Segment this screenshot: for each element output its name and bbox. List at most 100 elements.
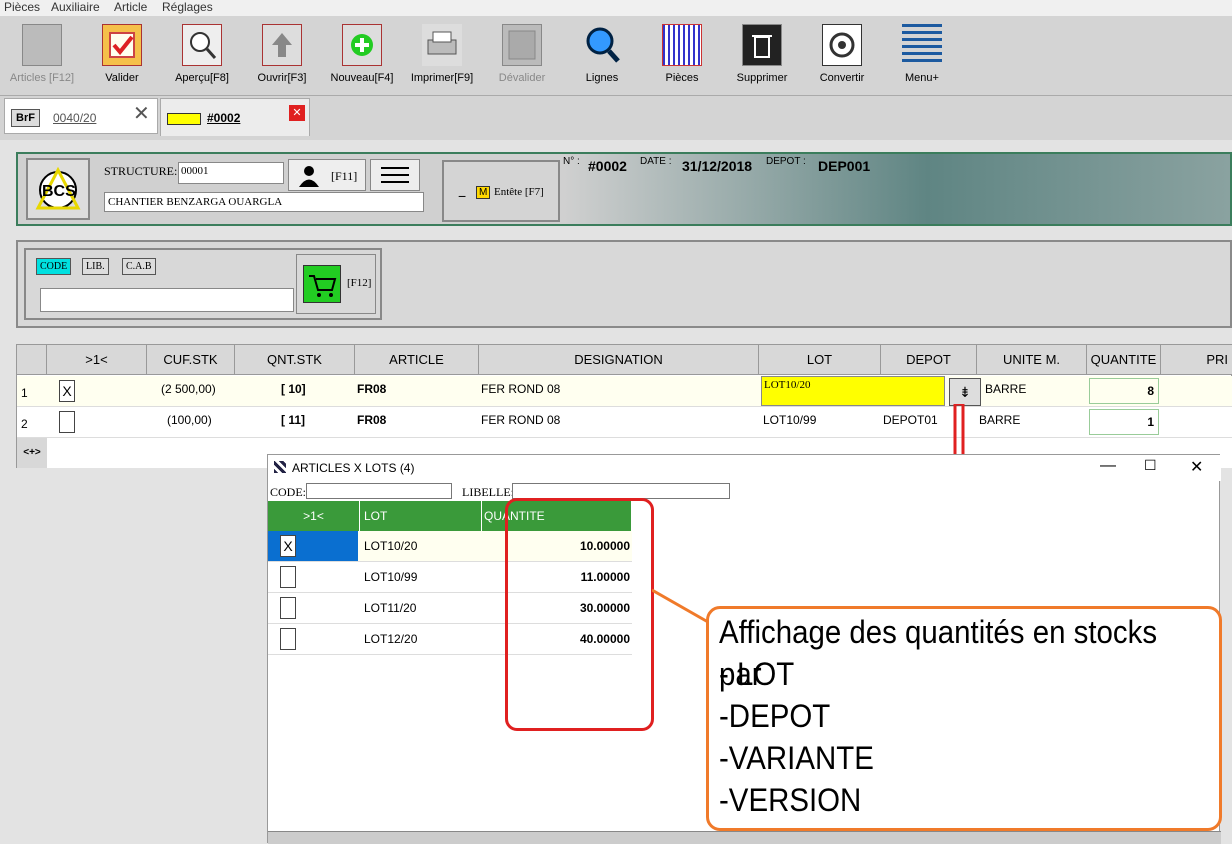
column-header-cuf[interactable]: CUF.STK — [147, 345, 235, 375]
row-checkbox[interactable] — [59, 411, 75, 433]
code-toggle[interactable]: CODE — [36, 258, 72, 275]
imprimer-button[interactable]: Imprimer[F9] — [402, 24, 482, 96]
row-checkbox[interactable] — [280, 597, 296, 619]
row-checkbox[interactable] — [280, 628, 296, 650]
column-header-article[interactable]: ARTICLE — [355, 345, 479, 375]
menu-bar: Pièces Auxiliaire Article Réglages — [0, 0, 1232, 16]
svg-text:BCS: BCS — [42, 183, 76, 200]
tab-0002[interactable]: #0002 ✕ — [160, 98, 310, 136]
table-row[interactable]: 2 (100,00) [ 11] FR08 FER ROND 08 LOT10/… — [17, 407, 1232, 438]
menu-lines-icon — [902, 24, 942, 66]
minimize-icon[interactable]: — — [1100, 457, 1116, 475]
add-row-nav[interactable]: <+> — [17, 438, 47, 468]
structure-field[interactable]: 00001 — [178, 162, 284, 184]
document-date: 31/12/2018 — [682, 158, 753, 174]
column-header-depot[interactable]: DEPOT — [881, 345, 977, 375]
entete-badge: M — [476, 186, 491, 199]
menu-pieces[interactable]: Pièces — [4, 0, 40, 14]
column-header-lot[interactable]: LOT — [759, 345, 881, 375]
toolbar: Articles [F12] Valider Aperçu[F8] Ouvrir… — [0, 16, 1232, 96]
callout-line: -DEPOT — [719, 698, 831, 734]
menu-plus-button[interactable]: Menu+ — [882, 24, 962, 96]
lot-picker-icon[interactable]: ⇟ — [949, 378, 981, 406]
menu-reglages[interactable]: Réglages — [162, 0, 213, 14]
callout-line: -VERSION — [719, 782, 862, 818]
document-number: #0002 — [588, 158, 627, 174]
square-icon — [502, 24, 542, 66]
nouveau-button[interactable]: Nouveau[F4] — [322, 24, 402, 96]
entete-button[interactable]: − M Entête [F7] — [442, 160, 560, 222]
convertir-button[interactable]: Convertir — [802, 24, 882, 96]
client-button[interactable]: [F11] — [288, 159, 366, 191]
close-icon[interactable]: ✕ — [289, 105, 305, 121]
person-icon — [297, 164, 321, 191]
trash-icon — [742, 24, 782, 66]
company-logo: BCS — [26, 158, 90, 220]
document-depot: DEP001 — [818, 158, 871, 174]
row-checkbox[interactable]: X — [280, 535, 296, 557]
close-icon[interactable]: ✕ — [1190, 457, 1203, 477]
lines-grid: >1< CUF.STK QNT.STK ARTICLE DESIGNATION … — [16, 344, 1232, 468]
column-header-rownum — [17, 345, 47, 375]
cart-icon — [303, 265, 341, 303]
document-header: BCS STRUCTURE: 00001 [F11] CHANTIER BENZ… — [16, 152, 1232, 226]
articles-button[interactable]: Articles [F12] — [2, 24, 82, 96]
lot-field[interactable]: LOT10/20 — [761, 376, 945, 406]
search-lens-icon — [582, 24, 622, 66]
convert-icon — [822, 24, 862, 66]
quantity-highlight — [505, 498, 654, 731]
menu-auxiliaire[interactable]: Auxiliaire — [51, 0, 100, 14]
callout-line: -VARIANTE — [719, 740, 874, 776]
quantity-field[interactable]: 8 — [1089, 378, 1159, 404]
window-titlebar: ARTICLES X LOTS (4) — ☐ ✕ — [268, 455, 1221, 481]
pieces-button[interactable]: Pièces — [642, 24, 722, 96]
column-header-select[interactable]: >1< — [268, 501, 360, 531]
search-input[interactable] — [40, 288, 294, 312]
printer-icon — [422, 24, 462, 66]
code-filter-input[interactable] — [306, 483, 452, 499]
column-header-select[interactable]: >1< — [47, 345, 147, 375]
supprimer-button[interactable]: Supprimer — [722, 24, 802, 96]
lignes-button[interactable]: Lignes — [562, 24, 642, 96]
tab-label: #0002 — [207, 111, 241, 125]
callout-line: - LOT — [719, 656, 795, 692]
row-checkbox[interactable] — [280, 566, 296, 588]
client-name-field[interactable]: CHANTIER BENZARGA OUARGLA — [104, 192, 424, 212]
ouvrir-button[interactable]: Ouvrir[F3] — [242, 24, 322, 96]
lib-toggle[interactable]: LIB. — [82, 258, 109, 275]
magnifier-icon — [182, 24, 222, 66]
column-header-qnt[interactable]: QNT.STK — [235, 345, 355, 375]
document-tabs: BrF 0040/20 ✕ #0002 ✕ — [0, 96, 1232, 140]
quantity-field[interactable]: 1 — [1089, 409, 1159, 435]
column-header-designation[interactable]: DESIGNATION — [479, 345, 759, 375]
doc-type-badge: BrF — [11, 109, 40, 127]
cart-button[interactable]: [F12] — [296, 254, 376, 314]
maximize-icon[interactable]: ☐ — [1144, 457, 1157, 474]
app-icon — [274, 461, 286, 473]
column-header-quantite[interactable]: QUANTITE — [1087, 345, 1161, 375]
column-header-unite[interactable]: UNITE M. — [977, 345, 1087, 375]
hamburger-menu-icon[interactable] — [370, 159, 420, 191]
tab-label: 0040/20 — [53, 111, 97, 125]
libelle-filter-input[interactable] — [512, 483, 730, 499]
window-bottom-toolbar — [268, 831, 1221, 844]
up-arrow-icon — [262, 24, 302, 66]
plus-icon — [342, 24, 382, 66]
valider-button[interactable]: Valider — [82, 24, 162, 96]
callout-annotation: Affichage des quantités en stocks par - … — [706, 606, 1222, 831]
column-header-prix[interactable]: PRI — [1161, 345, 1232, 375]
window-title: ARTICLES X LOTS (4) — [292, 461, 415, 475]
article-search-panel: CODE LIB. C.A.B [F12] — [16, 240, 1232, 328]
table-row[interactable]: 1 X (2 500,00) [ 10] FR08 FER ROND 08 LO… — [17, 376, 1232, 407]
column-header-lot[interactable]: LOT — [360, 501, 482, 531]
collapse-icon: − — [458, 188, 467, 204]
row-checkbox[interactable]: X — [59, 380, 75, 402]
menu-article[interactable]: Article — [114, 0, 147, 14]
checkmark-icon — [102, 24, 142, 66]
apercu-button[interactable]: Aperçu[F8] — [162, 24, 242, 96]
doc-icon — [167, 113, 201, 125]
cab-toggle[interactable]: C.A.B — [122, 258, 156, 275]
tab-0040-20[interactable]: BrF 0040/20 ✕ — [4, 98, 158, 134]
devalider-button[interactable]: Dévalider — [482, 24, 562, 96]
close-icon[interactable]: ✕ — [133, 101, 150, 126]
